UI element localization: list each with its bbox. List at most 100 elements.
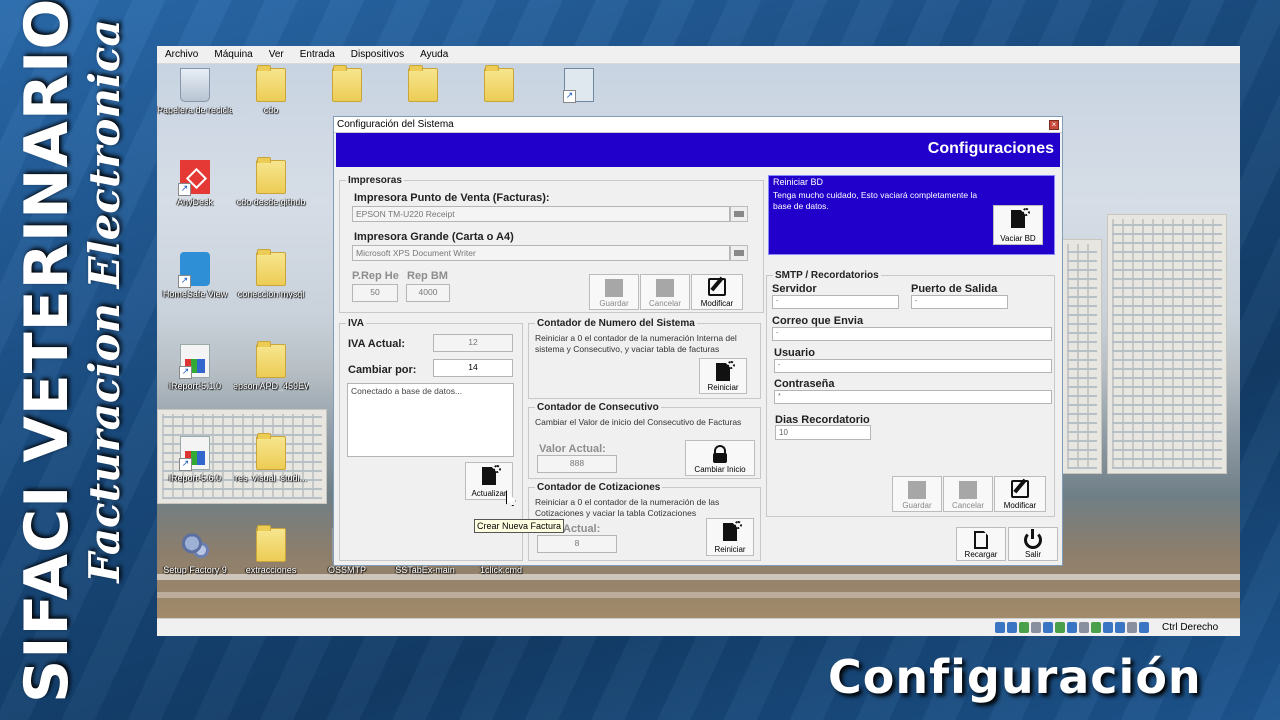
gear-icon [1021,208,1030,216]
status-icon[interactable] [1031,622,1041,633]
edit-icon [708,278,726,296]
desktop-icon-cdo[interactable]: cdo [233,65,309,115]
video-caption: Configuración [828,650,1202,704]
log-textarea[interactable]: Conectado a base de datos... [347,383,514,457]
page-title: Configuraciones [927,140,1054,157]
menu-maquina[interactable]: Máquina [206,49,260,60]
ireport-icon [179,344,210,379]
printers-cancel-button[interactable]: Cancelar [640,274,690,310]
status-icon[interactable] [1055,622,1065,633]
folder-icon [408,65,438,102]
desktop-icon-anydesk[interactable]: AnyDesk [157,160,233,207]
status-icon[interactable] [1019,622,1029,633]
email-label: Correo que Envia [772,315,864,327]
document-icon [974,531,988,549]
unlock-icon [713,445,727,463]
printers-title: Impresoras [346,175,404,186]
user-field[interactable]: - [774,359,1052,373]
computer-icon [563,68,594,103]
consecutive-group: Contador de Consecutivo Cambiar el Valor… [528,402,761,479]
iva-current-label: IVA Actual: [348,338,406,350]
close-icon[interactable]: × [1049,120,1059,130]
iva-change-field[interactable]: 14 [433,359,513,377]
desktop-icon-folder[interactable] [385,65,461,102]
menu-ayuda[interactable]: Ayuda [412,49,456,60]
desktop-icon-epson[interactable]: epson APD_459EWM [233,341,309,391]
consecutive-value-field[interactable]: 888 [537,455,617,473]
email-field[interactable]: - [772,327,1052,341]
desktop-icon-ireport-560[interactable]: iReport-5.6.0 [157,436,233,483]
gear-icon [492,465,501,473]
password-field[interactable]: * [774,390,1052,404]
password-label: Contraseña [774,378,835,390]
printer-picker-icon[interactable] [730,245,748,261]
status-icon[interactable] [1115,622,1125,633]
desktop-icon-ireport-510[interactable]: iReport-5.1.0 [157,344,233,391]
smtp-modify-button[interactable]: Modificar [994,476,1046,512]
status-icon[interactable] [1127,622,1137,633]
brand-title: SIFACI VETERINARIO [12,0,82,703]
folder-icon [256,249,286,286]
large-printer-field[interactable]: Microsoft XPS Document Writer [352,245,730,261]
printers-save-button[interactable]: Guardar [589,274,639,310]
building [1107,214,1227,474]
menu-archivo[interactable]: Archivo [157,49,206,60]
menu-entrada[interactable]: Entrada [292,49,343,60]
smtp-group: SMTP / Recordatorios Servidor - Puerto d… [766,270,1055,517]
desktop-icon-res-visual[interactable]: res_visual_studi... [233,433,309,483]
smtp-save-button[interactable]: Guardar [892,476,942,512]
window-title: Configuración del Sistema [337,119,454,130]
smtp-cancel-button[interactable]: Cancelar [943,476,993,512]
printer-picker-icon[interactable] [730,206,748,222]
change-start-button[interactable]: Cambiar Inicio [685,440,755,476]
pos-printer-field[interactable]: EPSON TM-U220 Receipt [352,206,730,222]
recycle-bin-icon [180,68,210,102]
folder-icon [256,65,286,102]
status-icon[interactable] [1139,622,1149,633]
exit-button[interactable]: Salir [1008,527,1058,561]
status-icon[interactable] [1007,622,1017,633]
printers-modify-button[interactable]: Modificar [691,274,743,310]
desktop-icon-computer[interactable] [541,68,617,103]
cancel-icon [656,279,674,297]
status-icon[interactable] [995,622,1005,633]
desktop-icon-homesafe[interactable]: HomeSafe View [157,252,233,299]
desktop-icon-setup-factory[interactable]: Setup Factory 9 [157,528,233,575]
quotes-value-field[interactable]: 8 [537,535,617,553]
reset-db-group: Reiniciar BD Tenga mucho cuidado, Esto v… [768,175,1055,255]
status-icon[interactable] [1067,622,1077,633]
status-icon[interactable] [1043,622,1053,633]
status-icon[interactable] [1091,622,1101,633]
large-printer-label: Impresora Grande (Carta o A4) [354,231,514,243]
pos-printer-label: Impresora Punto de Venta (Facturas): [354,192,550,204]
status-icon[interactable] [1103,622,1113,633]
folder-icon [256,525,286,562]
rep-bm-field[interactable]: 4000 [406,284,450,302]
menu-ver[interactable]: Ver [261,49,292,60]
reminder-days-field[interactable]: 10 [775,425,871,440]
iva-current-field[interactable]: 12 [433,334,513,352]
update-button[interactable]: Actualizar [465,462,513,500]
desktop-icon-coneccion-mysql[interactable]: coneccion mysql [233,249,309,299]
reload-button[interactable]: Recargar [956,527,1006,561]
status-icon[interactable] [1079,622,1089,633]
empty-db-button[interactable]: Vaciar BD [993,205,1043,245]
building [1062,239,1102,474]
server-field[interactable]: - [772,295,899,309]
power-icon [1024,529,1042,549]
desktop-icon-cdo-github[interactable]: cdo desde github [233,157,309,207]
desktop-icon-folder[interactable] [309,65,385,102]
desktop-icon-papelera[interactable]: Papelera de reciclaje [157,68,233,115]
desktop-icon-folder[interactable] [461,65,537,102]
port-field[interactable]: - [911,295,1008,309]
quotes-value-label: Actual: [563,523,601,535]
header-band: Configuraciones [336,133,1060,167]
folder-icon [256,341,286,378]
prep-he-field[interactable]: 50 [352,284,398,302]
desktop-icon-extracciones[interactable]: extracciones [233,525,309,575]
folder-icon [256,157,286,194]
quotes-restart-button[interactable]: Reiniciar [706,518,754,556]
menu-dispositivos[interactable]: Dispositivos [343,49,412,60]
prep-he-label: P.Rep He [352,270,399,282]
system-counter-restart-button[interactable]: Reiniciar [699,358,747,394]
